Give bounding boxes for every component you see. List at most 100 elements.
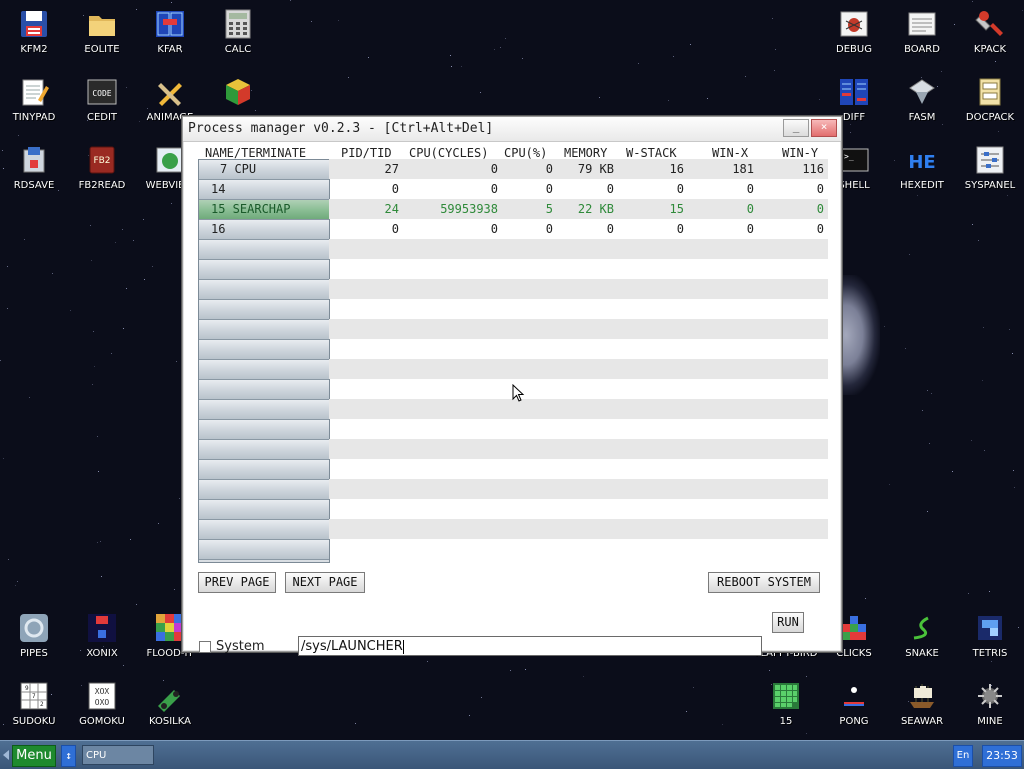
table-row-empty: [329, 279, 828, 299]
menu-button[interactable]: Menu: [12, 745, 56, 767]
star-decoration: [638, 63, 639, 64]
reboot-system-button[interactable]: REBOOT SYSTEM: [708, 572, 820, 593]
run-button[interactable]: RUN: [772, 612, 804, 633]
terminate-button-empty[interactable]: [199, 320, 329, 340]
docpack-icon: [979, 78, 1001, 106]
desktop-icon-fasm[interactable]: FASM: [888, 68, 956, 136]
cell-w-stack: 16: [669, 162, 684, 176]
terminate-button-empty[interactable]: [199, 460, 329, 480]
clock[interactable]: 23:53: [982, 745, 1022, 767]
switch-windows-button[interactable]: ↕: [61, 745, 76, 767]
desktop-icon-calc[interactable]: CALC: [204, 0, 272, 68]
terminate-button-empty[interactable]: [199, 400, 329, 420]
desktop-icon-seawar[interactable]: SEAWAR: [888, 672, 956, 740]
prev-page-button[interactable]: PREV PAGE: [198, 572, 276, 593]
terminate-button-empty[interactable]: [199, 300, 329, 320]
star-decoration: [1009, 329, 1010, 330]
star-decoration: [772, 18, 773, 19]
terminate-button-row-3[interactable]: 15 SEARCHAP: [199, 200, 329, 220]
terminate-button-empty[interactable]: [199, 360, 329, 380]
desktop-icon-pipes[interactable]: PIPES: [0, 604, 68, 672]
desktop-icon-sudoku[interactable]: 972 SUDOKU: [0, 672, 68, 740]
dual-panel-icon: [156, 11, 184, 37]
desktop-icon-kosilka[interactable]: KOSILKA: [136, 672, 204, 740]
process-name: 7 CPU: [220, 162, 257, 176]
cell-win-x: 0: [746, 202, 754, 216]
cell-win-x: 0: [746, 222, 754, 236]
star-decoration: [123, 328, 124, 329]
desktop-icon-eolite[interactable]: EOLITE: [68, 0, 136, 68]
star-decoration: [133, 240, 134, 241]
cell-win-x: 0: [746, 182, 754, 196]
table-row: 0 0 0 0 0 0 0: [329, 219, 828, 239]
desktop-icon-pong[interactable]: PONG: [820, 672, 888, 740]
process-name: 15 SEARCHAP: [211, 202, 291, 216]
desktop-icon-fb2read[interactable]: FB2 FB2READ: [68, 136, 136, 204]
close-button[interactable]: ×: [811, 119, 837, 137]
desktop-icon-docpack[interactable]: DOCPACK: [956, 68, 1024, 136]
star-decoration: [469, 715, 470, 716]
notepad-icon: [22, 79, 49, 106]
paint-tools-icon: [158, 83, 182, 106]
desktop-icon-mine[interactable]: MINE: [956, 672, 1024, 740]
desktop-icon-tetris[interactable]: TETRIS: [956, 604, 1024, 672]
tetris-game-icon: [978, 616, 1002, 640]
table-row-empty: [329, 299, 828, 319]
cell-cpu-percent: 0: [545, 222, 553, 236]
terminate-button-empty[interactable]: [199, 260, 329, 280]
desktop-icon-kpack[interactable]: KPACK: [956, 0, 1024, 68]
taskbar-item-cpu[interactable]: CPU: [82, 745, 154, 765]
desktop-icon-snake[interactable]: SNAKE: [888, 604, 956, 672]
command-input[interactable]: /sys/LAUNCHER: [298, 636, 762, 656]
header-name: NAME/TERMINATE: [205, 146, 307, 160]
terminate-button-empty[interactable]: [199, 480, 329, 500]
star-decoration: [461, 66, 462, 67]
calculator-icon: [225, 9, 251, 39]
cell-memory: 22 KB: [577, 202, 614, 216]
terminate-button-empty[interactable]: [199, 340, 329, 360]
terminate-button-empty[interactable]: [199, 380, 329, 400]
terminate-button-empty[interactable]: [199, 280, 329, 300]
clicks-game-icon: [842, 616, 866, 640]
star-decoration: [686, 711, 687, 712]
terminate-button-empty[interactable]: [199, 240, 329, 260]
next-page-button[interactable]: NEXT PAGE: [285, 572, 365, 593]
terminate-button-row-1[interactable]: 7 CPU: [199, 160, 329, 180]
desktop-icon-rdsave[interactable]: RDSAVE: [0, 136, 68, 204]
desktop-icon-gomoku[interactable]: XOX OXO GOMOKU: [68, 672, 136, 740]
desktop-icon-xonix[interactable]: XONIX: [68, 604, 136, 672]
star-decoration: [909, 254, 910, 255]
terminate-button-empty[interactable]: [199, 420, 329, 440]
terminate-button-row-4[interactable]: 16: [199, 220, 329, 240]
desktop-icon-cedit[interactable]: CODE CEDIT: [68, 68, 136, 136]
terminate-button-row-2[interactable]: 14: [199, 180, 329, 200]
cell-cpu-percent: 0: [545, 182, 553, 196]
desktop-icon-kfm2[interactable]: KFM2: [0, 0, 68, 68]
star-decoration: [1014, 487, 1015, 488]
diff-icon: [840, 79, 868, 105]
desktop-icon-syspanel[interactable]: SYSPANEL: [956, 136, 1024, 204]
language-indicator[interactable]: En: [953, 745, 973, 767]
cell-win-y: 0: [816, 202, 824, 216]
star-decoration: [152, 266, 153, 267]
star-decoration: [583, 676, 584, 677]
terminate-button-empty[interactable]: [199, 540, 329, 560]
terminate-button-empty[interactable]: [199, 500, 329, 520]
terminate-button-empty[interactable]: [199, 440, 329, 460]
desktop-icon-debug[interactable]: DEBUG: [820, 0, 888, 68]
minimize-button[interactable]: _: [783, 119, 809, 137]
star-decoration: [355, 723, 356, 724]
svg-text:HE: HE: [908, 152, 935, 173]
system-checkbox[interactable]: [199, 641, 211, 653]
star-decoration: [1012, 353, 1013, 354]
desktop-icon-tinypad[interactable]: TINYPAD: [0, 68, 68, 136]
star-decoration: [17, 581, 18, 582]
desktop-icon-hexedit[interactable]: HE HEXEDIT: [888, 136, 956, 204]
desktop-icon-kfar[interactable]: KFAR: [136, 0, 204, 68]
desktop-icon-board[interactable]: BOARD: [888, 0, 956, 68]
terminate-button-empty[interactable]: [199, 520, 329, 540]
window-titlebar[interactable]: Process manager v0.2.3 - [Ctrl+Alt+Del] …: [183, 117, 841, 142]
process-name-column: 7 CPU 14 15 SEARCHAP 16: [198, 159, 330, 563]
desktop-icon-15[interactable]: 15: [752, 672, 820, 740]
taskbar-left-arrow-icon[interactable]: [3, 750, 9, 760]
